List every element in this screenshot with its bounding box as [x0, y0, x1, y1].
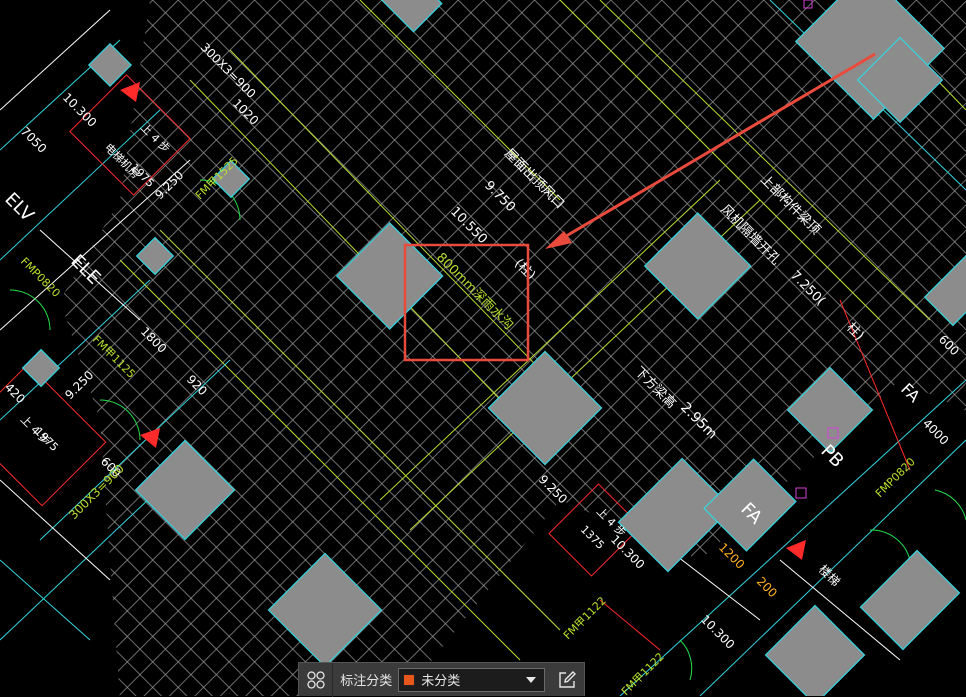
edit-icon[interactable] — [551, 663, 584, 697]
chevron-down-icon — [525, 676, 536, 683]
category-color-swatch — [403, 673, 416, 686]
annotation-classification-bar: 标注分类 未分类 — [298, 662, 585, 697]
four-circles-icon[interactable] — [299, 662, 334, 697]
annotation-category-label: 标注分类 — [340, 674, 393, 689]
cad-canvas[interactable]: 300X3=900 1020 10.300 7050 ELV ELE FMP08… — [0, 0, 966, 696]
annotation-category-select[interactable]: 未分类 — [398, 667, 545, 692]
category-selected-value: 未分类 — [421, 674, 461, 689]
